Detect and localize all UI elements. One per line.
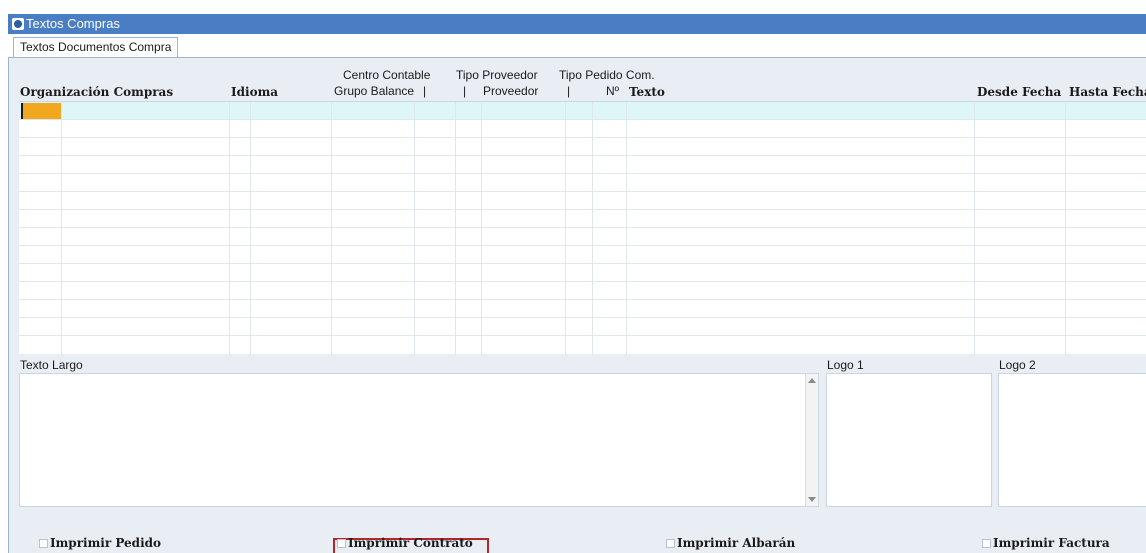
scroll-down-icon[interactable] (808, 497, 816, 502)
header-separator: | (423, 84, 427, 98)
texto-largo-textarea[interactable] (19, 373, 819, 507)
column-divider (974, 102, 975, 355)
logo-1-image[interactable] (826, 373, 992, 507)
header-grupo-balance[interactable]: Grupo Balance (334, 84, 414, 98)
textarea-scrollbar[interactable] (805, 374, 818, 506)
header-separator: | (463, 84, 467, 98)
table-row[interactable] (19, 138, 1146, 156)
main-panel: Organización Compras Idioma Centro Conta… (8, 57, 1146, 553)
table-row[interactable] (19, 174, 1146, 192)
imprimir-contrato-label: Imprimir Contrato (348, 536, 473, 550)
header-tipo-proveedor[interactable]: Tipo Proveedor (456, 68, 538, 82)
header-centro-contable[interactable]: Centro Contable (343, 68, 430, 82)
header-idioma[interactable]: Idioma (231, 85, 278, 99)
header-hasta-fecha[interactable]: Hasta Fecha (1069, 85, 1146, 99)
column-divider (626, 102, 627, 355)
current-cell-indicator[interactable] (21, 103, 61, 119)
tab-strip: Textos Documentos Compra (8, 34, 1146, 58)
column-divider (61, 102, 62, 355)
table-row[interactable] (19, 282, 1146, 300)
table-row[interactable] (19, 300, 1146, 318)
header-organizacion-compras[interactable]: Organización Compras (20, 85, 173, 99)
table-row[interactable] (19, 156, 1146, 174)
logo-1-label: Logo 1 (827, 358, 864, 372)
checkbox-icon[interactable] (982, 539, 991, 548)
column-divider (592, 102, 593, 355)
table-row[interactable] (19, 192, 1146, 210)
table-row[interactable] (19, 120, 1146, 138)
texto-largo-label: Texto Largo (20, 358, 83, 372)
imprimir-pedido-label: Imprimir Pedido (50, 536, 162, 550)
table-row[interactable] (19, 210, 1146, 228)
scroll-up-icon[interactable] (808, 378, 816, 383)
column-divider (565, 102, 566, 355)
column-divider (229, 102, 230, 355)
table-row[interactable] (19, 228, 1146, 246)
header-texto[interactable]: Texto (629, 85, 665, 99)
header-proveedor[interactable]: Proveedor (483, 84, 538, 98)
column-divider (481, 102, 482, 355)
column-divider (331, 102, 332, 355)
logo-2-image[interactable] (998, 373, 1146, 507)
imprimir-factura-label: Imprimir Factura (993, 536, 1110, 550)
imprimir-contrato-checkbox[interactable]: Imprimir Contrato (337, 535, 473, 551)
window-titlebar: Textos Compras (8, 14, 1146, 34)
column-divider (1065, 102, 1066, 355)
window-title: Textos Compras (26, 16, 120, 31)
print-options-bar: Imprimir Pedido Imprimir Contrato Imprim… (19, 518, 1146, 553)
column-divider (414, 102, 415, 355)
imprimir-albaran-label: Imprimir Albarán (677, 536, 796, 550)
imprimir-factura-checkbox[interactable]: Imprimir Factura (982, 535, 1110, 551)
tab-textos-documentos-compra[interactable]: Textos Documentos Compra (13, 37, 179, 58)
header-desde-fecha[interactable]: Desde Fecha (977, 85, 1061, 99)
header-numero[interactable]: Nº (606, 84, 619, 98)
table-row[interactable] (19, 264, 1146, 282)
imprimir-albaran-checkbox[interactable]: Imprimir Albarán (666, 535, 795, 551)
app-icon (12, 18, 24, 30)
checkbox-icon[interactable] (39, 539, 48, 548)
records-grid[interactable] (19, 101, 1146, 355)
header-tipo-pedido[interactable]: Tipo Pedido Com. (559, 68, 655, 82)
checkbox-icon[interactable] (666, 539, 675, 548)
logo-2-label: Logo 2 (999, 358, 1036, 372)
grid-header: Organización Compras Idioma Centro Conta… (9, 58, 1146, 101)
imprimir-pedido-checkbox[interactable]: Imprimir Pedido (39, 535, 161, 551)
table-row[interactable] (19, 246, 1146, 264)
table-row[interactable] (19, 102, 1146, 120)
header-separator: | (567, 84, 571, 98)
table-row[interactable] (19, 318, 1146, 336)
checkbox-icon[interactable] (337, 539, 346, 548)
column-divider (250, 102, 251, 355)
column-divider (455, 102, 456, 355)
